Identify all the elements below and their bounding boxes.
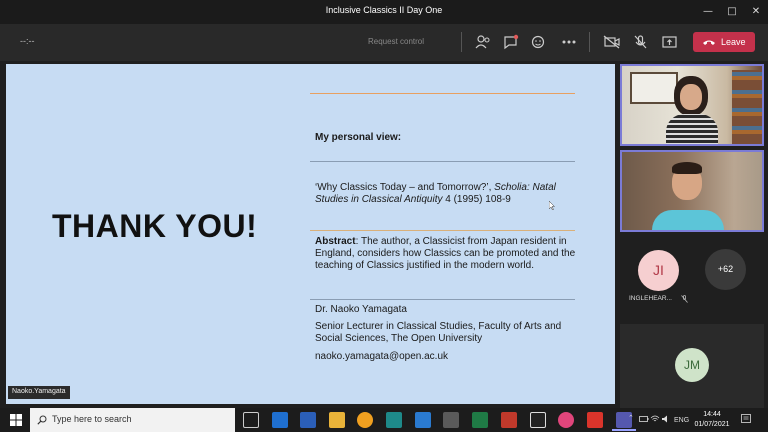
view-heading: My personal view:	[315, 132, 402, 143]
word-app-icon[interactable]	[300, 412, 316, 428]
video-tile-presenter[interactable]	[620, 64, 764, 146]
author-role: Senior Lecturer in Classical Studies, Fa…	[315, 321, 562, 345]
mic-off-icon[interactable]	[631, 33, 651, 51]
thank-you-heading: THANK YOU!	[52, 208, 258, 244]
app-icon[interactable]	[501, 412, 517, 428]
pdf-app-icon[interactable]	[587, 412, 603, 428]
wall-map	[630, 72, 678, 104]
camera-off-icon[interactable]	[602, 33, 622, 51]
abstract-text: Abstract: The author, a Classicist from …	[315, 236, 576, 272]
slide-divider	[310, 161, 575, 162]
windows-start-icon[interactable]	[10, 414, 22, 426]
search-placeholder: Type here to search	[52, 414, 132, 424]
chat-icon[interactable]	[501, 33, 521, 51]
video-tile-participant[interactable]	[620, 150, 764, 232]
presenter-face	[680, 84, 702, 110]
toolbar-divider	[589, 32, 590, 52]
participant-name: INGLEHEAR...	[629, 295, 672, 302]
browser-app-icon[interactable]	[357, 412, 373, 428]
notifications-icon[interactable]	[740, 413, 752, 425]
phone-hangup-icon	[703, 40, 715, 45]
wifi-icon[interactable]	[650, 414, 660, 424]
author-name: Dr. Naoko Yamagata	[315, 304, 407, 315]
reactions-icon[interactable]	[529, 33, 549, 51]
mail-app-icon[interactable]	[272, 412, 288, 428]
close-icon[interactable]: ✕	[746, 3, 766, 21]
app-icon[interactable]	[530, 412, 546, 428]
music-app-icon[interactable]	[558, 412, 574, 428]
excel-app-icon[interactable]	[472, 412, 488, 428]
participants-icon[interactable]	[473, 33, 493, 51]
task-view-icon[interactable]	[243, 412, 259, 428]
trello-app-icon[interactable]	[415, 412, 431, 428]
file-explorer-icon[interactable]	[329, 412, 345, 428]
participant-hair	[672, 162, 702, 174]
share-screen-icon[interactable]	[660, 33, 680, 51]
maximize-icon[interactable]: □	[722, 3, 742, 21]
taskbar-clock[interactable]: 14:44 01/07/2021	[694, 410, 730, 430]
avatar-ji[interactable]: JI	[638, 250, 679, 291]
avatar-jm[interactable]: JM	[675, 348, 709, 382]
battery-icon[interactable]	[639, 415, 649, 423]
minimize-icon[interactable]: —	[698, 3, 718, 21]
clock-time: 14:44	[703, 411, 721, 418]
request-control-button[interactable]: Request control	[368, 37, 424, 46]
volume-icon[interactable]	[661, 414, 671, 424]
leave-label: Leave	[721, 37, 746, 47]
search-icon	[37, 415, 47, 425]
author-email: naoko.yamagata@open.ac.uk	[315, 351, 449, 362]
title-bar: Inclusive Classics II Day One — □ ✕	[0, 0, 768, 24]
app-icon[interactable]	[386, 412, 402, 428]
more-actions-icon[interactable]	[559, 33, 579, 51]
tray-chevron-icon[interactable]: ⌃	[628, 414, 634, 422]
mic-muted-icon	[681, 295, 688, 303]
slide-divider	[310, 230, 575, 231]
app-icon[interactable]	[443, 412, 459, 428]
presenter-name-label: Naoko.Yamagata	[8, 386, 70, 399]
leave-button[interactable]: Leave	[693, 32, 755, 52]
window-title: Inclusive Classics II Day One	[325, 5, 443, 15]
toolbar-divider	[461, 32, 462, 52]
presenter-shirt	[666, 114, 718, 144]
clock-date: 01/07/2021	[694, 421, 730, 428]
abstract-label: Abstract	[315, 236, 356, 247]
slide-divider	[310, 299, 575, 300]
citation-text: ‘Why Classics Today – and Tomorrow?’, Sc…	[315, 182, 556, 206]
slide-divider	[310, 93, 575, 94]
call-timer: --:--	[20, 36, 35, 46]
participant-shirt	[652, 210, 724, 230]
bookshelf	[732, 70, 762, 144]
taskbar-search-box[interactable]: Type here to search	[30, 408, 235, 432]
meeting-toolbar: --:-- Request control Leave	[0, 24, 768, 61]
active-app-indicator	[612, 429, 636, 431]
more-participants-button[interactable]: +62	[705, 249, 746, 290]
shared-slide: THANK YOU! My personal view: ‘Why Classi…	[6, 64, 615, 404]
language-indicator[interactable]: ENG	[674, 417, 689, 424]
mouse-cursor-icon	[549, 201, 555, 210]
